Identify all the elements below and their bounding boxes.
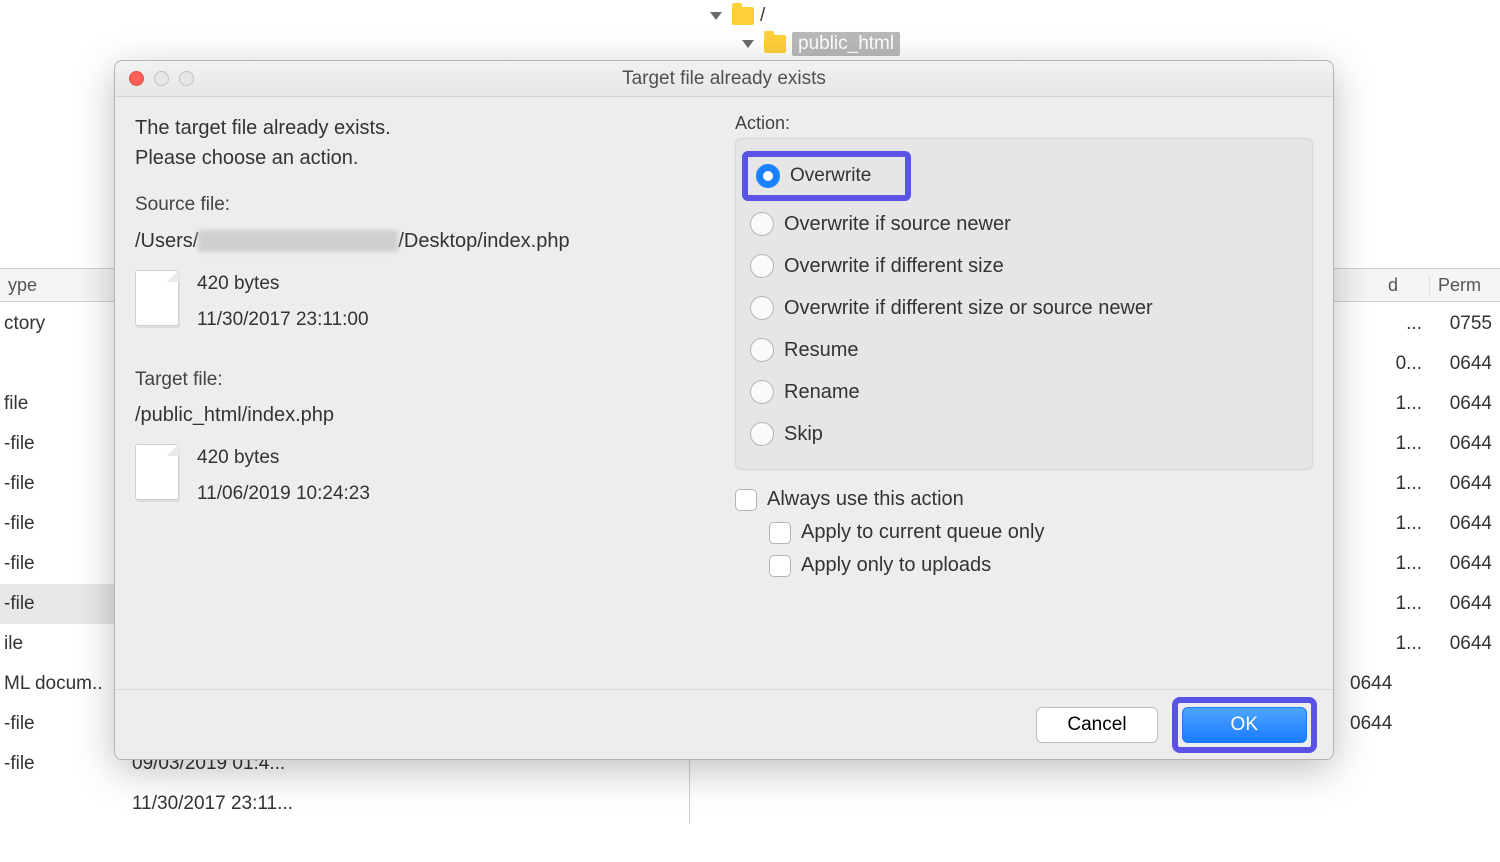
col-right-perm[interactable]: Perm — [1430, 275, 1500, 296]
dialog-footer: Cancel OK — [115, 689, 1333, 759]
col-right-d[interactable]: d — [1380, 275, 1430, 296]
check-always[interactable]: Always use this action — [735, 488, 1313, 511]
radio-label: Overwrite if different size — [784, 255, 1004, 278]
source-path-suffix: /Desktop/index.php — [398, 226, 569, 256]
checkbox-group: Always use this action Apply to current … — [735, 488, 1313, 577]
checkbox-icon[interactable] — [769, 522, 791, 544]
list-item[interactable]: 11/30/2017 23:11... — [0, 784, 689, 824]
radio-icon[interactable] — [750, 212, 774, 236]
check-uploads-label: Apply only to uploads — [801, 554, 991, 577]
radio-label: Overwrite if source newer — [784, 213, 1011, 236]
source-date: 11/30/2017 23:11:00 — [197, 302, 369, 338]
radio-resume[interactable]: Resume — [750, 329, 1298, 371]
radio-rename[interactable]: Rename — [750, 371, 1298, 413]
overwrite-dialog: Target file already exists The target fi… — [114, 60, 1334, 760]
source-label: Source file: — [135, 191, 705, 220]
chevron-down-icon[interactable] — [710, 12, 722, 20]
radio-label: Overwrite — [790, 165, 871, 187]
radio-label: Resume — [784, 339, 858, 362]
action-panel: Action: Overwrite Overwrite if source new… — [735, 113, 1313, 689]
dialog-titlebar[interactable]: Target file already exists — [115, 61, 1333, 97]
radio-skip[interactable]: Skip — [750, 413, 1298, 455]
redacted-username — [198, 230, 398, 252]
folder-icon — [764, 35, 786, 53]
tree-root-label: / — [760, 5, 765, 27]
target-date: 11/06/2019 10:24:23 — [197, 476, 370, 512]
source-size: 420 bytes — [197, 266, 369, 302]
ok-highlight: OK — [1172, 697, 1317, 753]
target-label: Target file: — [135, 366, 705, 395]
target-file-block: 420 bytes 11/06/2019 10:24:23 — [135, 440, 705, 512]
intro-line-1: The target file already exists. — [135, 113, 705, 143]
file-icon — [135, 270, 179, 326]
intro-line-2: Please choose an action. — [135, 143, 705, 173]
checkbox-icon[interactable] — [735, 489, 757, 511]
checkbox-icon[interactable] — [769, 555, 791, 577]
radio-label: Overwrite if different size or source ne… — [784, 297, 1153, 320]
target-path: /public_html/index.php — [135, 400, 705, 430]
check-always-label: Always use this action — [767, 488, 964, 511]
check-queue-label: Apply to current queue only — [801, 521, 1045, 544]
radio-overwrite-if-different-size[interactable]: Overwrite if different size — [750, 245, 1298, 287]
ok-button[interactable]: OK — [1182, 707, 1307, 743]
tree-row-child[interactable]: public_html — [742, 30, 900, 58]
source-path-prefix: /Users/ — [135, 226, 198, 256]
radio-icon[interactable] — [750, 422, 774, 446]
radio-overwrite[interactable]: Overwrite — [750, 149, 1298, 203]
radio-icon[interactable] — [756, 164, 780, 188]
radio-overwrite-if-source-newer[interactable]: Overwrite if source newer — [750, 203, 1298, 245]
check-queue[interactable]: Apply to current queue only — [769, 521, 1313, 544]
chevron-down-icon[interactable] — [742, 40, 754, 48]
radio-label: Skip — [784, 423, 823, 446]
radio-icon[interactable] — [750, 338, 774, 362]
target-size: 420 bytes — [197, 440, 370, 476]
file-info-panel: The target file already exists. Please c… — [135, 113, 705, 689]
col-left-type[interactable]: ype — [0, 275, 120, 296]
file-icon — [135, 444, 179, 500]
source-file-block: 420 bytes 11/30/2017 23:11:00 — [135, 266, 705, 338]
dialog-title: Target file already exists — [115, 68, 1333, 90]
cancel-button[interactable]: Cancel — [1036, 707, 1157, 743]
action-label: Action: — [735, 113, 1313, 134]
radio-icon[interactable] — [750, 380, 774, 404]
remote-tree: / public_html — [0, 0, 1500, 60]
radio-icon[interactable] — [750, 296, 774, 320]
radio-group: Overwrite Overwrite if source newer Overwr… — [735, 138, 1313, 470]
radio-icon[interactable] — [750, 254, 774, 278]
tree-child-label: public_html — [792, 32, 900, 56]
tree-row-root[interactable]: / — [710, 2, 900, 30]
check-uploads[interactable]: Apply only to uploads — [769, 554, 1313, 577]
radio-label: Rename — [784, 381, 860, 404]
folder-icon — [732, 7, 754, 25]
source-path: /Users/ /Desktop/index.php — [135, 226, 705, 256]
radio-overwrite-if-different-size-or-source-newer[interactable]: Overwrite if different size or source ne… — [750, 287, 1298, 329]
